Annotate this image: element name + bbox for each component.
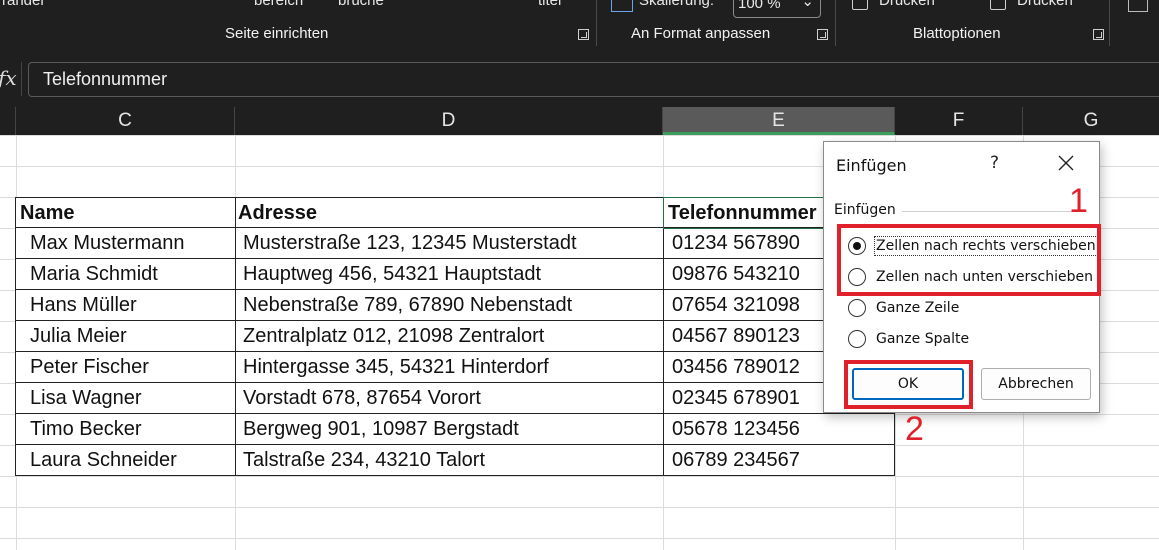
dialog-launcher-icon[interactable] bbox=[817, 29, 828, 40]
cell-adresse[interactable]: Talstraße 234, 43210 Talort bbox=[236, 445, 664, 476]
cell-adresse[interactable]: Musterstraße 123, 12345 Musterstadt bbox=[236, 228, 664, 259]
cell-name[interactable]: Hans Müller bbox=[15, 290, 236, 321]
option-label: Ganze Spalte bbox=[876, 331, 970, 347]
option-shift-right[interactable]: Zellen nach rechts verschieben bbox=[848, 235, 1098, 257]
table-header-name[interactable]: Name bbox=[15, 197, 236, 228]
cell-adresse[interactable]: Bergweg 901, 10987 Bergstadt bbox=[236, 414, 664, 445]
annotation-step-2: 2 bbox=[905, 410, 924, 448]
cell-adresse[interactable]: Nebenstraße 789, 67890 Nebenstadt bbox=[236, 290, 664, 321]
group-label-blattoptionen: Blattoptionen bbox=[913, 25, 1001, 42]
ribbon: ränder bereich brüche titel Skalierung: … bbox=[0, 0, 1159, 50]
option-shift-down[interactable]: Zellen nach unten verschieben bbox=[848, 266, 1093, 288]
cancel-button[interactable]: Abbrechen bbox=[981, 368, 1091, 400]
select-all-corner[interactable] bbox=[0, 107, 16, 135]
insert-dialog: Einfügen ? Einfügen Zellen nach rechts v… bbox=[823, 141, 1100, 413]
group-label-seite-einrichten: Seite einrichten bbox=[225, 25, 329, 42]
formula-separator bbox=[21, 62, 22, 96]
cell-telefonnummer[interactable]: 06789 234567 bbox=[664, 445, 895, 476]
radio-button[interactable] bbox=[848, 330, 866, 348]
radio-button[interactable] bbox=[848, 268, 866, 286]
option-label: Ganze Zeile bbox=[876, 300, 960, 316]
cell-name[interactable]: Timo Becker bbox=[15, 414, 236, 445]
dialog-launcher-icon[interactable] bbox=[578, 29, 589, 40]
cell-name[interactable]: Lisa Wagner bbox=[15, 383, 236, 414]
checkbox-ueberschriften-drucken[interactable] bbox=[990, 0, 1006, 10]
ribbon-fragment[interactable]: titel bbox=[538, 0, 561, 9]
column-header-f[interactable]: F bbox=[895, 107, 1023, 135]
select-objects-icon[interactable] bbox=[1128, 0, 1148, 12]
group-label-an-format-anpassen: An Format anpassen bbox=[631, 25, 771, 42]
cell-telefonnummer[interactable]: 05678 123456 bbox=[664, 414, 895, 445]
scaling-input[interactable]: 100 % ⌄ bbox=[733, 0, 821, 18]
table-header-adresse[interactable]: Adresse bbox=[236, 197, 664, 228]
cell-adresse[interactable]: Zentralplatz 012, 21098 Zentralort bbox=[236, 321, 664, 352]
cell-name[interactable]: Peter Fischer bbox=[15, 352, 236, 383]
cell-name[interactable]: Laura Schneider bbox=[15, 445, 236, 476]
cell-name[interactable]: Julia Meier bbox=[15, 321, 236, 352]
formula-input[interactable]: Telefonnummer bbox=[28, 62, 1159, 97]
ribbon-separator bbox=[835, 0, 836, 46]
option-label: Zellen nach unten verschieben bbox=[876, 269, 1093, 285]
column-header-c[interactable]: C bbox=[16, 107, 235, 135]
column-header-d[interactable]: D bbox=[235, 107, 663, 135]
group-title: Einfügen bbox=[834, 202, 896, 218]
ribbon-fragment[interactable]: bereich bbox=[254, 0, 303, 9]
ribbon-fragment[interactable]: ränder bbox=[2, 0, 45, 9]
checkbox-label: Drucken bbox=[1017, 0, 1073, 9]
dialog-title: Einfügen bbox=[836, 156, 907, 175]
cell-name[interactable]: Max Mustermann bbox=[15, 228, 236, 259]
dialog-launcher-icon[interactable] bbox=[1093, 29, 1104, 40]
radio-button-selected[interactable] bbox=[848, 237, 866, 255]
group-divider bbox=[902, 211, 1087, 212]
cell-name[interactable]: Maria Schmidt bbox=[15, 259, 236, 290]
close-icon[interactable] bbox=[1056, 153, 1076, 173]
cell-adresse[interactable]: Vorstadt 678, 87654 Vorort bbox=[236, 383, 664, 414]
ok-button[interactable]: OK bbox=[852, 368, 964, 400]
cell-adresse[interactable]: Hintergasse 345, 54321 Hinterdorf bbox=[236, 352, 664, 383]
chevron-down-icon[interactable]: ⌄ bbox=[801, 0, 814, 13]
option-entire-row[interactable]: Ganze Zeile bbox=[848, 297, 959, 319]
radio-button[interactable] bbox=[848, 299, 866, 317]
column-header-g[interactable]: G bbox=[1023, 107, 1159, 135]
checkbox-gitternetz-drucken[interactable] bbox=[852, 0, 868, 10]
column-header-e[interactable]: E bbox=[663, 107, 895, 135]
option-label: Zellen nach rechts verschieben bbox=[874, 236, 1098, 256]
annotation-step-1: 1 bbox=[1069, 182, 1088, 220]
help-icon[interactable]: ? bbox=[990, 153, 999, 173]
cell-adresse[interactable]: Hauptweg 456, 54321 Hauptstadt bbox=[236, 259, 664, 290]
ribbon-separator bbox=[596, 0, 597, 46]
ribbon-fragment[interactable]: brüche bbox=[338, 0, 384, 9]
scaling-icon bbox=[611, 0, 633, 12]
scaling-label: Skalierung: bbox=[639, 0, 715, 9]
ribbon-separator bbox=[1109, 0, 1110, 46]
checkbox-label: Drucken bbox=[879, 0, 935, 9]
fx-icon[interactable]: fx bbox=[0, 66, 17, 90]
option-entire-column[interactable]: Ganze Spalte bbox=[848, 328, 969, 350]
